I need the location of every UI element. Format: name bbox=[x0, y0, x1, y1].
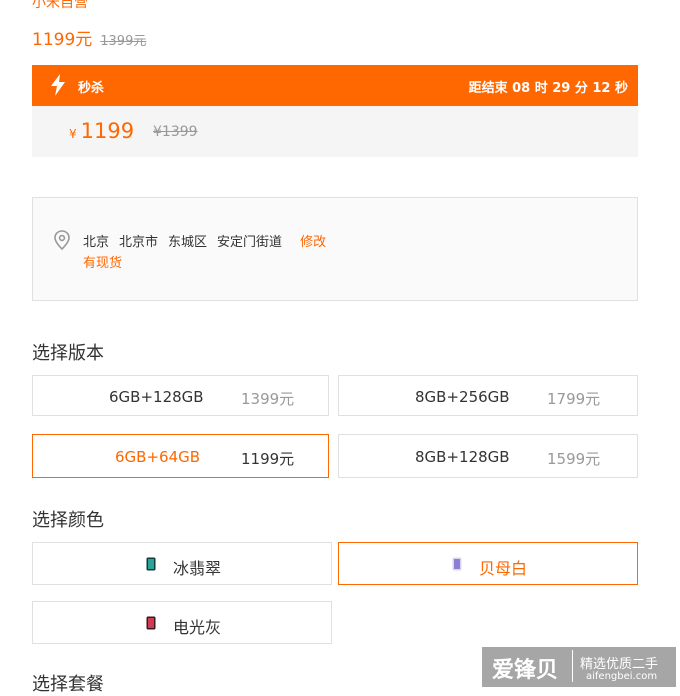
price-summary: 1199元 1399元 bbox=[32, 25, 146, 50]
stock-status: 有现货 bbox=[83, 256, 123, 271]
version-price: 1399元 bbox=[241, 390, 295, 408]
currency-symbol: ¥ bbox=[69, 127, 77, 141]
flash-sale-panel: 秒杀 距结束 08 时 29 分 12 秒 ¥1199 ¥1399 bbox=[32, 65, 638, 157]
phone-thumbnail-icon bbox=[146, 616, 156, 630]
version-price: 1599元 bbox=[547, 450, 601, 468]
version-section-title: 选择版本 bbox=[32, 343, 104, 364]
lightning-icon bbox=[51, 74, 65, 96]
version-price: 1199元 bbox=[241, 450, 295, 468]
edit-address-link[interactable]: 修改 bbox=[300, 235, 326, 250]
address-text: 北京 北京市 东城区 安定门街道 修改 bbox=[83, 231, 336, 250]
version-name: 8GB+128GB bbox=[415, 448, 510, 466]
phone-thumbnail-icon bbox=[452, 557, 462, 571]
store-label: 小米自营 bbox=[32, 0, 88, 11]
countdown-timer: 距结束 08 时 29 分 12 秒 bbox=[468, 81, 628, 96]
watermark-slogan: 精选优质二手 bbox=[580, 657, 659, 672]
version-name: 6GB+64GB bbox=[115, 448, 201, 466]
color-name: 贝母白 bbox=[479, 559, 528, 578]
flash-sale-title: 秒杀 bbox=[78, 81, 105, 96]
flash-sale-bar: 秒杀 距结束 08 时 29 分 12 秒 bbox=[32, 65, 638, 106]
color-option-electric-gray[interactable]: 电光灰 bbox=[32, 601, 332, 644]
color-option-ice-jade[interactable]: 冰翡翠 bbox=[32, 542, 332, 585]
version-option-6gb-64gb[interactable]: 6GB+64GB 1199元 bbox=[32, 434, 329, 478]
version-name: 6GB+128GB bbox=[109, 388, 204, 406]
bundle-section-title: 选择套餐 bbox=[32, 674, 104, 695]
version-option-8gb-256gb[interactable]: 8GB+256GB 1799元 bbox=[338, 375, 638, 416]
color-option-pearl-white[interactable]: 贝母白 bbox=[338, 542, 638, 585]
watermark-logo: 爱锋贝 精选优质二手 aifengbei.com bbox=[482, 647, 676, 687]
flash-sale-original-price: ¥1399 bbox=[153, 124, 198, 140]
watermark-brand: 爱锋贝 bbox=[492, 658, 559, 683]
watermark-divider bbox=[572, 650, 573, 682]
address-street: 安定门街道 bbox=[217, 235, 283, 250]
version-option-8gb-128gb[interactable]: 8GB+128GB 1599元 bbox=[338, 434, 638, 478]
color-name: 电光灰 bbox=[173, 618, 222, 637]
delivery-address-box: 北京 北京市 东城区 安定门街道 修改 有现货 bbox=[32, 197, 638, 301]
original-price: 1399元 bbox=[100, 34, 147, 49]
version-option-6gb-128gb[interactable]: 6GB+128GB 1399元 bbox=[32, 375, 329, 416]
color-name: 冰翡翠 bbox=[173, 559, 222, 578]
location-pin-icon bbox=[54, 230, 70, 250]
version-name: 8GB+256GB bbox=[415, 388, 510, 406]
phone-thumbnail-icon bbox=[146, 557, 156, 571]
address-province: 北京 bbox=[83, 235, 110, 250]
address-district: 东城区 bbox=[168, 235, 208, 250]
version-price: 1799元 bbox=[547, 390, 601, 408]
flash-price-value: 1199 bbox=[80, 119, 135, 143]
current-price: 1199元 bbox=[32, 30, 93, 50]
flash-sale-price: ¥1199 bbox=[69, 119, 134, 143]
color-section-title: 选择颜色 bbox=[32, 510, 104, 531]
watermark-url: aifengbei.com bbox=[586, 671, 658, 682]
address-city: 北京市 bbox=[119, 235, 159, 250]
